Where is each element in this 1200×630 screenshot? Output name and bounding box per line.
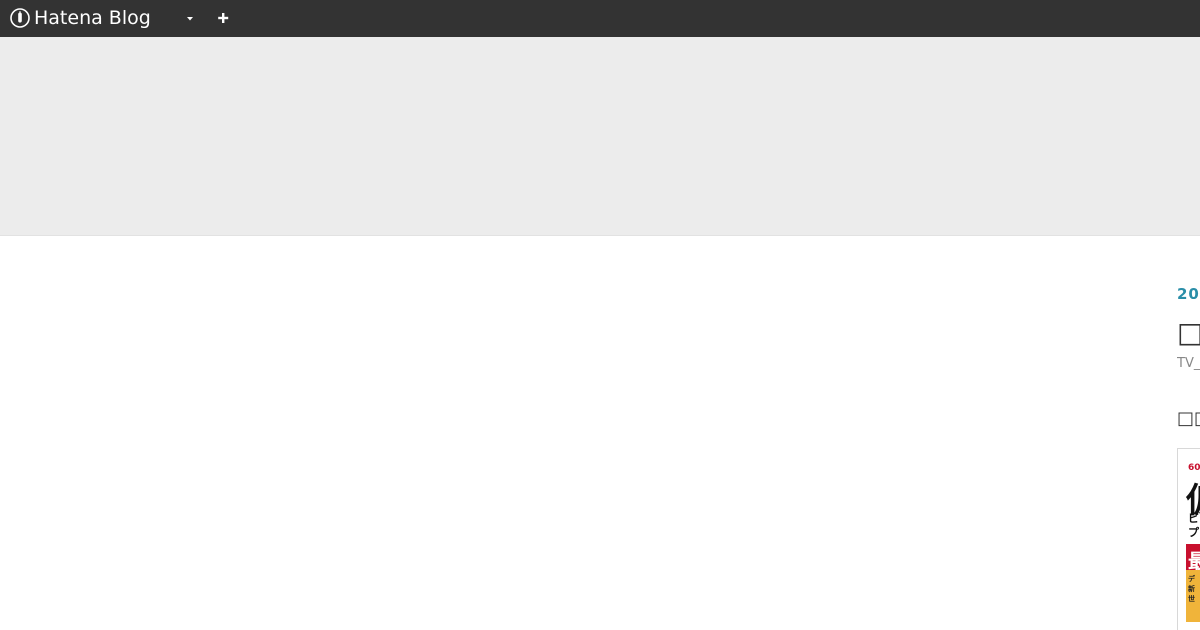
brand-name: Hatena Blog xyxy=(34,7,151,29)
entry-subheading: □□ xyxy=(1177,408,1200,429)
article-entry: 20 □□ TV_ □□ 60 仮 ビ プ 最 デ 新 世 xyxy=(1177,236,1200,630)
book-red-block: 最 xyxy=(1186,544,1200,573)
book-cover-image-link[interactable]: 60 仮 ビ プ 最 デ 新 世 xyxy=(1177,448,1200,630)
book-yellow-line-3: 世 xyxy=(1188,595,1195,603)
hatena-logo-icon xyxy=(10,8,30,28)
book-yellow-block: デ 新 世 xyxy=(1186,570,1200,622)
book-line-2: プ xyxy=(1188,526,1199,539)
book-kicker: 60 xyxy=(1188,463,1200,473)
blog-menu-dropdown-button[interactable] xyxy=(180,10,200,26)
blog-header-banner xyxy=(0,37,1200,236)
entry-category-link[interactable]: TV_ xyxy=(1177,356,1200,371)
plus-icon xyxy=(213,13,233,32)
book-yellow-line-2: 新 xyxy=(1188,585,1195,593)
new-entry-button[interactable] xyxy=(213,8,233,28)
caret-down-icon xyxy=(180,11,200,30)
hatena-blog-logo-link[interactable]: Hatena Blog xyxy=(10,7,151,29)
entry-title-link[interactable]: □□ xyxy=(1177,316,1200,349)
book-yellow-line-1: デ xyxy=(1188,575,1195,583)
entry-date-link[interactable]: 20 xyxy=(1177,285,1200,303)
global-header: Hatena Blog xyxy=(0,0,1200,37)
